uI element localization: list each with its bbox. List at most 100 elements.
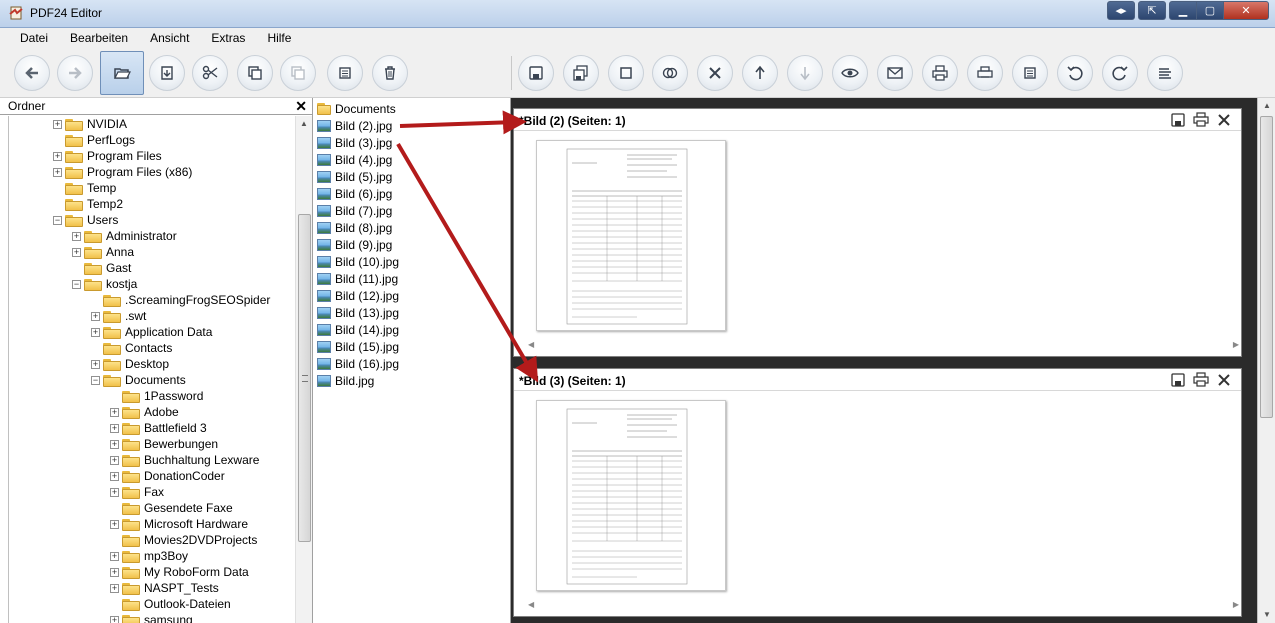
file-list-item[interactable]: Bild (13).jpg [317,304,399,321]
tree-item[interactable]: + mp3Boy [110,548,188,564]
file-list-item[interactable]: Bild (14).jpg [317,321,399,338]
file-list-item[interactable]: Bild (12).jpg [317,287,399,304]
document-card[interactable]: *Bild (2) (Seiten: 1) ◀ ▶ [513,108,1242,357]
print-all-button[interactable] [967,55,1003,91]
import-button[interactable] [149,55,185,91]
folder-panel-close-icon[interactable]: ✕ [295,98,307,114]
scroll-up-icon[interactable]: ▲ [1258,98,1275,114]
tree-item[interactable]: + NVIDIA [53,116,127,132]
calc-button[interactable] [1012,55,1048,91]
file-list-item[interactable]: Bild (6).jpg [317,185,392,202]
file-list-item[interactable]: Bild (15).jpg [317,338,399,355]
expand-icon[interactable]: + [53,167,62,177]
doc-save-icon[interactable] [1169,112,1187,128]
export-window-icon[interactable]: ⇱ [1138,1,1166,20]
close-button[interactable]: ✕ [1223,1,1269,20]
copy-button[interactable] [237,55,273,91]
tree-item[interactable]: + Battlefield 3 [110,420,207,436]
menu-hilfe[interactable]: Hilfe [256,31,302,45]
page-thumbnail[interactable] [536,400,726,591]
expand-icon[interactable]: + [110,423,119,433]
expand-icon[interactable]: + [91,359,100,369]
move-down-button[interactable] [787,55,823,91]
expand-icon[interactable]: + [110,583,119,593]
menu-extras[interactable]: Extras [200,31,256,45]
expand-icon[interactable]: + [110,519,119,529]
scroll-left-icon[interactable]: ◀ [528,600,534,609]
tree-item[interactable]: + My RoboForm Data [110,564,249,580]
tree-item[interactable]: − Users [53,212,118,228]
tree-item[interactable]: Gast [72,260,131,276]
expand-icon[interactable]: + [110,471,119,481]
resize-icon[interactable]: ◂▸ [1107,1,1135,20]
scroll-right-icon[interactable]: ▶ [1233,340,1239,349]
file-list-item[interactable]: Bild (7).jpg [317,202,392,219]
file-list-item[interactable]: Bild (16).jpg [317,355,399,372]
tree-item[interactable]: Contacts [91,340,172,356]
tree-item[interactable]: + Adobe [110,404,179,420]
file-list-item[interactable]: Bild.jpg [317,372,374,389]
tree-item[interactable]: + Administrator [72,228,177,244]
open-folder-button[interactable] [100,51,144,95]
tree-item[interactable]: + Anna [72,244,134,260]
collapse-icon[interactable]: − [72,279,81,289]
scrollbar-thumb[interactable] [1260,116,1273,418]
delete-button[interactable] [372,55,408,91]
menu-bearbeiten[interactable]: Bearbeiten [59,31,139,45]
expand-icon[interactable]: + [110,439,119,449]
file-list-item[interactable]: Bild (11).jpg [317,270,398,287]
tree-item[interactable]: + samsung [110,612,193,623]
doc-save-icon[interactable] [1169,372,1187,388]
expand-icon[interactable]: + [110,567,119,577]
folder-tree-scrollbar[interactable]: ▲ [295,116,312,623]
tree-item[interactable]: + NASPT_Tests [110,580,219,596]
move-up-button[interactable] [742,55,778,91]
cut-button[interactable] [192,55,228,91]
tree-item[interactable]: + Program Files [53,148,162,164]
doc-close-icon[interactable] [1215,372,1233,388]
maximize-button[interactable]: ▢ [1196,1,1224,20]
tree-item[interactable]: + Bewerbungen [110,436,218,452]
menu-datei[interactable]: Datei [9,31,59,45]
scroll-up-icon[interactable]: ▲ [296,116,312,132]
file-list-item[interactable]: Bild (8).jpg [317,219,392,236]
doc-close-icon[interactable] [1215,112,1233,128]
document-hscroll[interactable]: ◀ ▶ [528,340,1239,352]
expand-icon[interactable]: + [53,119,62,129]
tree-item[interactable]: .ScreamingFrogSEOSpider [91,292,270,308]
file-list-item[interactable]: Bild (3).jpg [317,134,392,151]
tree-item[interactable]: Temp [53,180,116,196]
menu-ansicht[interactable]: Ansicht [139,31,200,45]
tree-item[interactable]: + Microsoft Hardware [110,516,248,532]
save-all-button[interactable] [563,55,599,91]
rectangle-button[interactable] [608,55,644,91]
minimize-button[interactable]: ▁ [1169,1,1197,20]
doc-print-icon[interactable] [1192,372,1210,388]
collapse-icon[interactable]: − [53,215,62,225]
tree-item[interactable]: + Fax [110,484,164,500]
calculator-button[interactable] [327,55,363,91]
tree-item[interactable]: Outlook-Dateien [110,596,231,612]
document-vscroll[interactable]: ▲ ▼ [1257,98,1275,623]
doc-print-icon[interactable] [1192,112,1210,128]
remove-button[interactable] [697,55,733,91]
expand-icon[interactable]: + [91,311,100,321]
expand-icon[interactable]: + [110,615,119,623]
tree-item[interactable]: PerfLogs [53,132,135,148]
collapse-icon[interactable]: − [91,375,100,385]
tree-item[interactable]: − Documents [91,372,186,388]
tree-item[interactable]: + Desktop [91,356,169,372]
file-list-item[interactable]: Bild (10).jpg [317,253,399,270]
file-list-item[interactable]: Bild (5).jpg [317,168,392,185]
expand-icon[interactable]: + [72,247,81,257]
preview-button[interactable] [832,55,868,91]
rotate-left-button[interactable] [1057,55,1093,91]
file-list-item[interactable]: Bild (9).jpg [317,236,392,253]
tree-item[interactable]: + .swt [91,308,146,324]
tree-item[interactable]: + DonationCoder [110,468,225,484]
expand-icon[interactable]: + [110,407,119,417]
document-hscroll[interactable]: ◀ ▶ [528,600,1239,612]
expand-icon[interactable]: + [53,151,62,161]
scroll-down-icon[interactable]: ▼ [1258,607,1275,623]
expand-icon[interactable]: + [110,455,119,465]
